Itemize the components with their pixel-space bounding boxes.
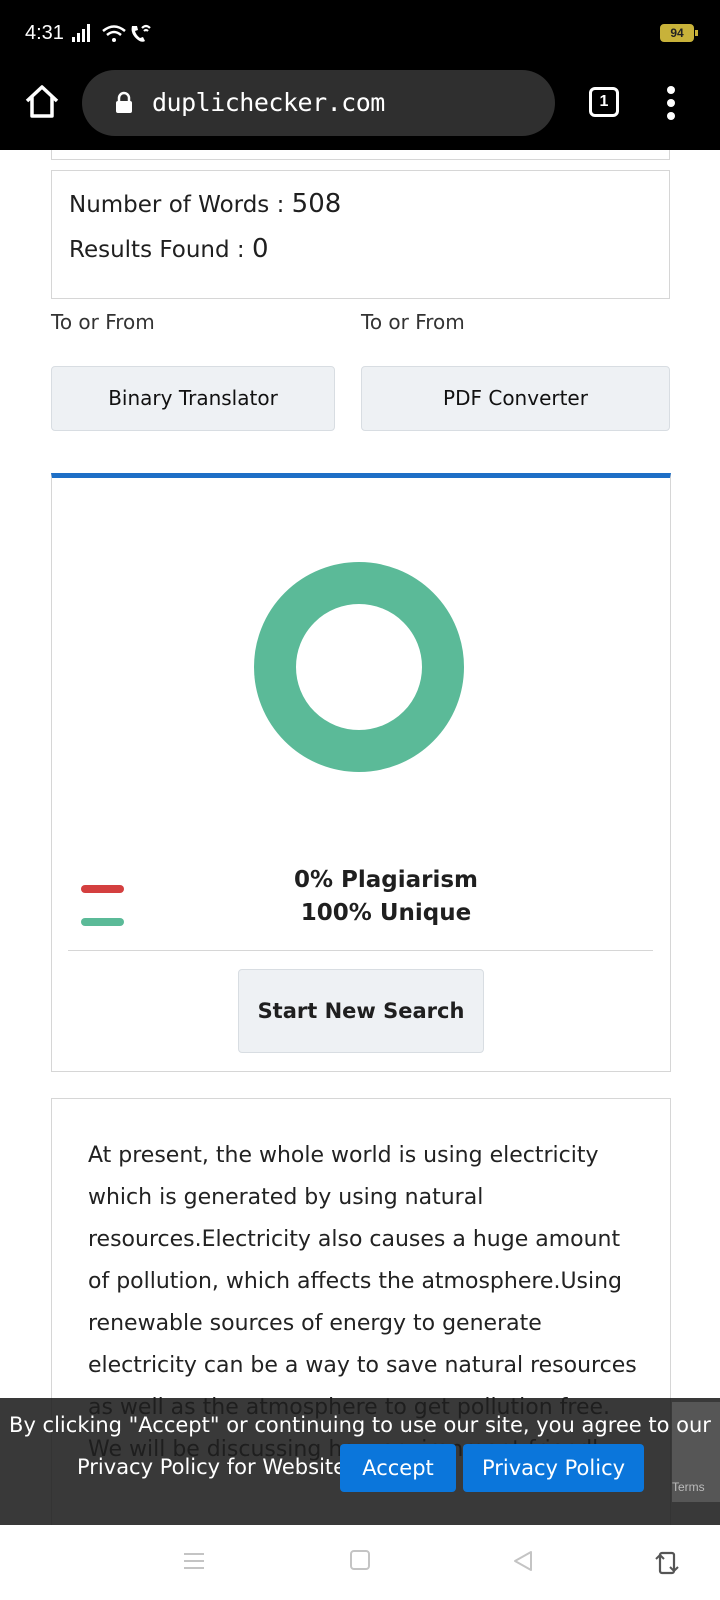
binary-translator-button[interactable]: Binary Translator xyxy=(51,366,335,431)
divider xyxy=(68,950,653,951)
previous-card-edge xyxy=(51,150,670,160)
browser-toolbar: duplichecker.com 1 xyxy=(0,68,720,150)
stats-box: Number of Words : 508 Results Found : 0 xyxy=(51,170,670,299)
privacy-policy-button[interactable]: Privacy Policy xyxy=(463,1444,644,1492)
word-count-label: Number of Words : xyxy=(69,192,292,218)
address-bar[interactable]: duplichecker.com xyxy=(82,70,555,136)
unique-percentage: 100% Unique xyxy=(300,900,472,926)
more-vert-icon[interactable] xyxy=(660,86,684,120)
cookie-policy-link[interactable]: Privacy Policy for Website xyxy=(77,1455,346,1479)
tabs-icon[interactable]: 1 xyxy=(589,87,619,117)
plagiarism-donut-chart xyxy=(254,562,464,772)
signal-icon xyxy=(72,24,90,42)
plagiarism-legend-swatch xyxy=(81,885,124,893)
url-text[interactable]: duplichecker.com xyxy=(152,88,385,117)
recent-apps-icon[interactable] xyxy=(182,1549,206,1573)
tab-count: 1 xyxy=(599,93,609,110)
recaptcha-badge[interactable]: Terms xyxy=(672,1402,720,1502)
results-found-label: Results Found : xyxy=(69,237,252,263)
start-new-search-button[interactable]: Start New Search xyxy=(238,969,484,1053)
back-icon[interactable] xyxy=(511,1549,535,1573)
accept-button[interactable]: Accept xyxy=(340,1444,456,1492)
status-bar: 4:31 94 xyxy=(0,0,720,68)
results-found: Results Found : 0 xyxy=(69,234,269,264)
pdf-converter-button[interactable]: PDF Converter xyxy=(361,366,670,431)
word-count: Number of Words : 508 xyxy=(69,189,341,219)
battery-level: 94 xyxy=(670,26,684,40)
status-icons xyxy=(72,24,151,42)
tool-caption: To or From xyxy=(51,310,155,334)
wifi-icon xyxy=(102,25,126,42)
clock: 4:31 xyxy=(25,22,64,44)
word-count-value: 508 xyxy=(291,189,342,219)
rotate-icon[interactable] xyxy=(655,1549,679,1577)
plagiarism-percentage: 0% Plagiarism xyxy=(293,867,479,893)
home-square-icon[interactable] xyxy=(349,1549,371,1571)
lock-icon xyxy=(116,91,132,113)
cookie-banner: By clicking "Accept" or continuing to us… xyxy=(0,1398,720,1525)
home-icon[interactable] xyxy=(22,82,62,122)
system-nav-bar xyxy=(0,1525,720,1600)
battery-icon: 94 xyxy=(660,24,698,42)
cookie-text: By clicking "Accept" or continuing to us… xyxy=(9,1413,711,1437)
results-found-value: 0 xyxy=(251,234,269,264)
unique-ring xyxy=(254,562,464,772)
tool-caption: To or From xyxy=(361,310,465,334)
unique-legend-swatch xyxy=(81,918,124,926)
wifi-calling-icon xyxy=(131,24,151,42)
recaptcha-terms: Terms xyxy=(672,1480,705,1494)
